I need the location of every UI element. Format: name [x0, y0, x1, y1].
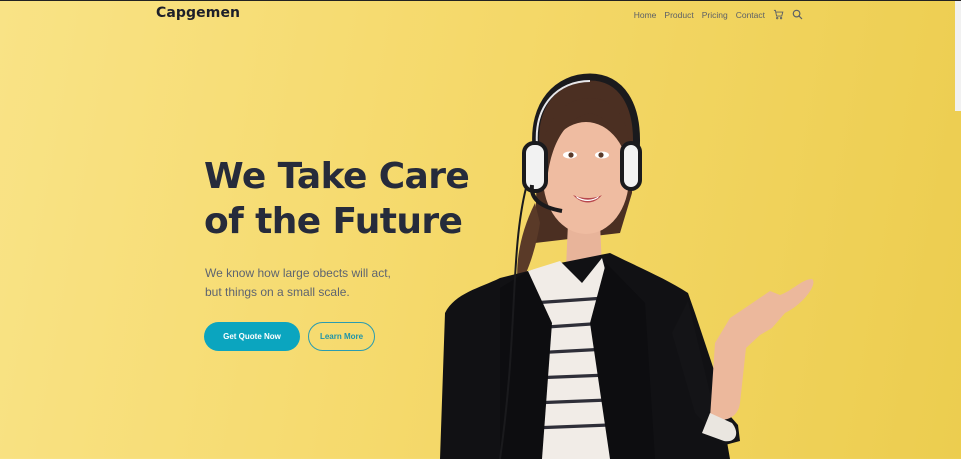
cart-icon[interactable]: [773, 9, 784, 20]
hero-subtext-line-1: We know how large obects will act,: [205, 266, 391, 280]
nav-contact[interactable]: Contact: [736, 10, 765, 20]
get-quote-button[interactable]: Get Quote Now: [204, 322, 300, 351]
main-nav: Home Product Pricing Contact: [634, 9, 803, 20]
learn-more-button[interactable]: Learn More: [308, 322, 375, 351]
hero-subtext-line-2: but things on a small scale.: [205, 285, 350, 299]
search-icon[interactable]: [792, 9, 803, 20]
scrollbar[interactable]: [955, 1, 961, 111]
site-logo[interactable]: Capgemen: [156, 5, 240, 21]
hero-person-image: [440, 73, 814, 459]
nav-home[interactable]: Home: [634, 10, 657, 20]
hero-subtext: We know how large obects will act, but t…: [205, 264, 445, 302]
nav-product[interactable]: Product: [664, 10, 693, 20]
nav-pricing[interactable]: Pricing: [702, 10, 728, 20]
